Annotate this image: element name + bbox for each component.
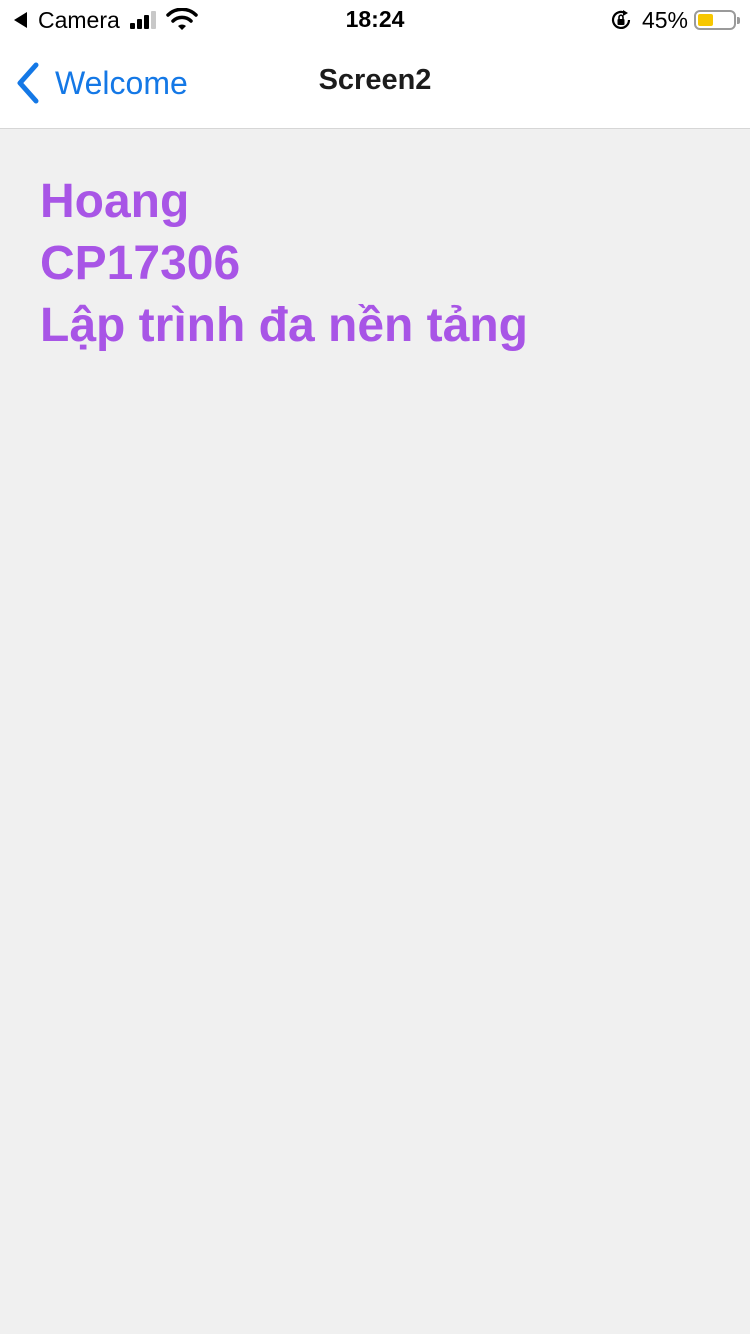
battery-nub xyxy=(737,17,740,24)
student-name: Hoang xyxy=(40,175,190,228)
orientation-lock-icon xyxy=(611,10,631,29)
course-name: Lập trình đa nền tảng xyxy=(40,299,528,352)
battery-icon xyxy=(694,10,740,30)
status-bar: Camera 18:24 45% xyxy=(0,0,750,40)
student-id: CP17306 xyxy=(40,237,241,290)
battery-percent: 45% xyxy=(641,6,688,33)
status-right-group: 45% xyxy=(610,6,740,34)
page-title: Screen2 xyxy=(318,64,432,96)
navigation-bar: Welcome Screen2 xyxy=(0,40,750,129)
main-content: Hoang CP17306 Lập trình đa nền tảng xyxy=(0,129,750,1334)
battery-fill xyxy=(698,14,713,26)
